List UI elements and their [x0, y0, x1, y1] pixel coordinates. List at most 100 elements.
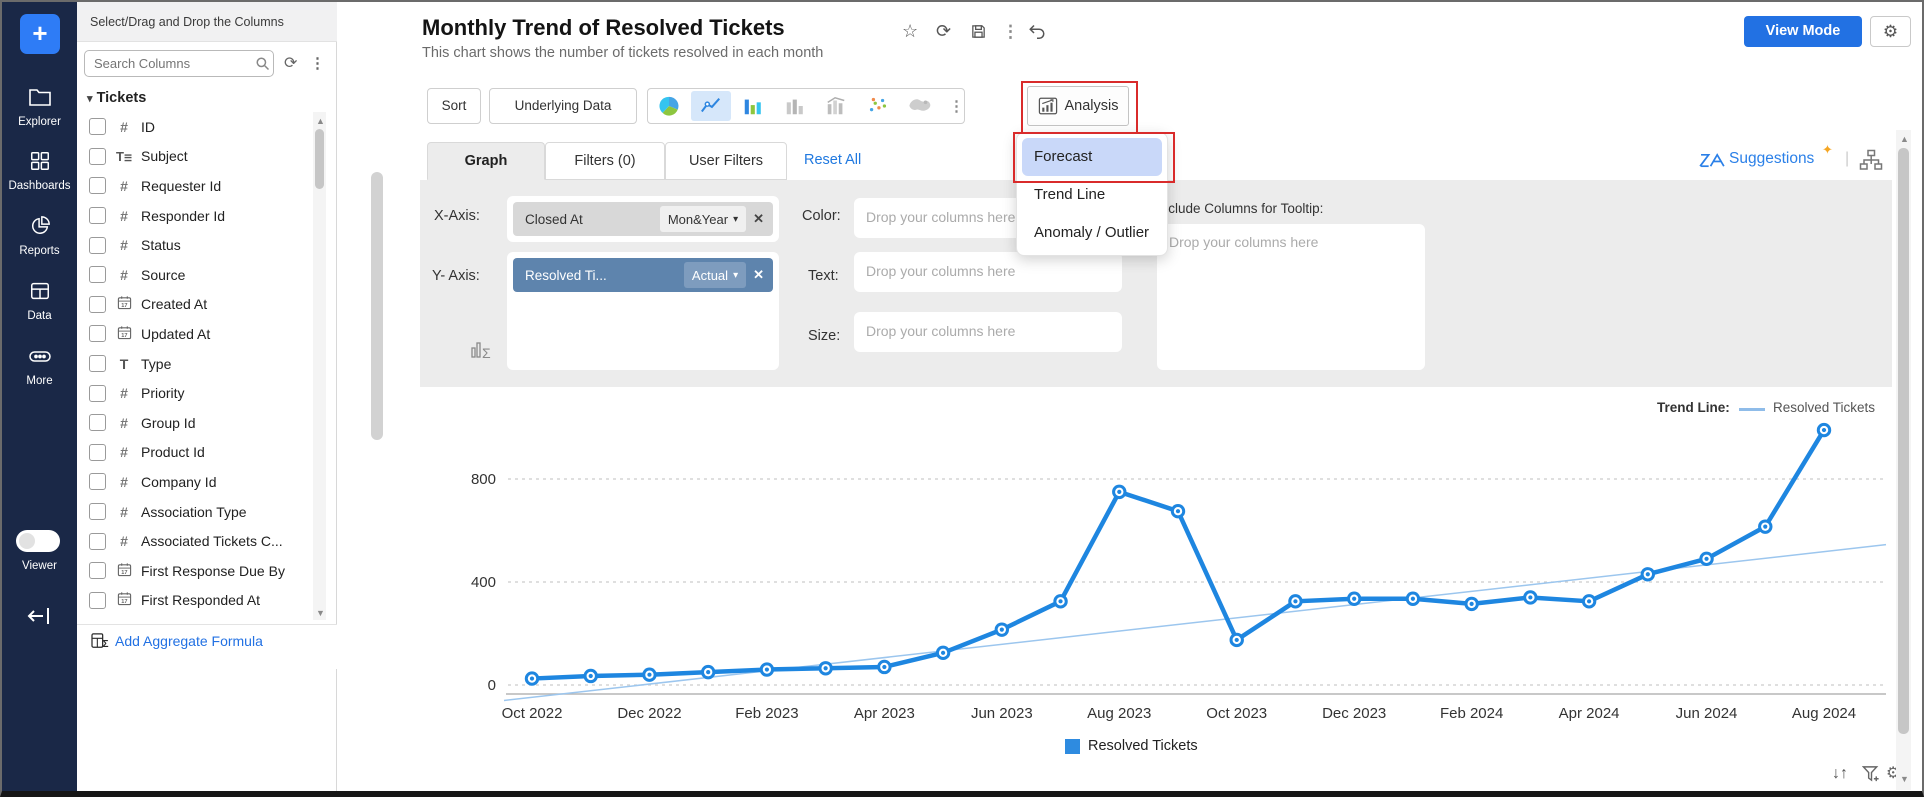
column-item-associated-tickets-c[interactable]: #Associated Tickets C... [77, 526, 309, 556]
sidebar-item-dashboards[interactable]: Dashboards [2, 150, 77, 192]
main-scroll-down-icon[interactable]: ▼ [1900, 774, 1909, 784]
line-chart-icon[interactable] [691, 91, 731, 121]
settings-gear-button[interactable]: ⚙ [1870, 16, 1911, 47]
menu-item-forecast[interactable]: Forecast [1022, 138, 1162, 176]
columns-menu-icon[interactable]: ⋮ [310, 54, 325, 72]
column-item-responder-id[interactable]: #Responder Id [77, 201, 309, 231]
y-axis-chip[interactable]: Resolved Ti... Actual ▾ ✕ [513, 258, 773, 292]
refresh-report-icon[interactable]: ⟳ [936, 21, 951, 42]
add-filter-icon[interactable] [1862, 765, 1881, 788]
table-group-tickets[interactable]: ▾ Tickets [87, 90, 146, 106]
column-checkbox[interactable] [89, 414, 106, 431]
column-checkbox[interactable] [89, 355, 106, 372]
column-item-requester-id[interactable]: #Requester Id [77, 171, 309, 201]
column-item-type[interactable]: TType [77, 349, 309, 379]
column-item-created-at[interactable]: 17Created At [77, 290, 309, 320]
undo-icon[interactable] [1028, 23, 1046, 45]
column-checkbox[interactable] [89, 207, 106, 224]
column-checkbox[interactable] [89, 177, 106, 194]
tab-filters[interactable]: Filters (0) [545, 142, 665, 180]
scatter-chart-icon[interactable] [858, 91, 898, 121]
bar-chart-icon[interactable] [733, 91, 773, 121]
x-axis-chip[interactable]: Closed At Mon&Year ▾ ✕ [513, 202, 773, 236]
sidebar-item-data[interactable]: Data [2, 280, 77, 322]
series-legend-label[interactable]: Resolved Tickets [1088, 738, 1198, 754]
column-checkbox[interactable] [89, 148, 106, 165]
column-item-subject[interactable]: T☰Subject [77, 142, 309, 172]
column-checkbox[interactable] [89, 444, 106, 461]
size-dropzone[interactable]: Drop your columns here [854, 312, 1122, 352]
combo-bar-icon[interactable] [816, 91, 856, 121]
sidebar-item-more[interactable]: More [2, 345, 77, 387]
save-icon[interactable] [970, 23, 987, 45]
sort-order-icon[interactable]: ↓↑ [1832, 765, 1848, 783]
column-checkbox[interactable] [89, 118, 106, 135]
column-checkbox[interactable] [89, 266, 106, 283]
columns-scrollbar-thumb[interactable] [315, 129, 324, 189]
stacked-bar-icon[interactable] [775, 91, 815, 121]
columns-scroll-up-icon[interactable]: ▲ [316, 116, 325, 126]
text-dropzone[interactable]: Drop your columns here [854, 252, 1122, 292]
analysis-button[interactable]: Analysis [1027, 86, 1129, 126]
sort-button[interactable]: Sort [427, 88, 481, 124]
suggestions-link[interactable]: Suggestions [1729, 150, 1814, 168]
x-axis-dropzone[interactable]: Closed At Mon&Year ▾ ✕ [507, 196, 779, 242]
column-checkbox[interactable] [89, 296, 106, 313]
menu-item-anomaly-outlier[interactable]: Anomaly / Outlier [1022, 214, 1162, 252]
panel-splitter-handle[interactable] [371, 172, 383, 440]
column-item-id[interactable]: #ID [77, 112, 309, 142]
x-axis-mode-select[interactable]: Mon&Year ▾ [660, 206, 746, 232]
column-item-updated-at[interactable]: 17Updated At [77, 319, 309, 349]
tab-graph[interactable]: Graph [427, 142, 545, 180]
y-axis-remove-icon[interactable]: ✕ [753, 267, 764, 283]
pie-chart-icon[interactable] [649, 91, 689, 121]
y-axis-dropzone[interactable]: Resolved Ti... Actual ▾ ✕ [507, 252, 779, 370]
column-checkbox[interactable] [89, 562, 106, 579]
column-checkbox[interactable] [89, 385, 106, 402]
view-mode-button[interactable]: View Mode [1744, 16, 1862, 47]
column-item-status[interactable]: #Status [77, 230, 309, 260]
column-checkbox[interactable] [89, 533, 106, 550]
column-checkbox[interactable] [89, 237, 106, 254]
more-chart-types-icon[interactable]: ⋮ [949, 97, 964, 115]
column-checkbox[interactable] [89, 325, 106, 342]
add-aggregate-formula-link[interactable]: Σ Add Aggregate Formula [91, 633, 263, 649]
main-scrollbar-thumb[interactable] [1898, 148, 1909, 734]
column-item-priority[interactable]: #Priority [77, 378, 309, 408]
favorite-star-icon[interactable]: ☆ [902, 21, 918, 42]
column-item-product-id[interactable]: #Product Id [77, 438, 309, 468]
create-new-button[interactable]: + [20, 14, 60, 54]
sidebar-item-explorer[interactable]: Explorer [2, 86, 77, 128]
tooltip-dropzone[interactable]: Drop your columns here [1157, 224, 1425, 370]
column-item-association-type[interactable]: #Association Type [77, 497, 309, 527]
column-item-first-responded-at[interactable]: 17First Responded At [77, 586, 309, 616]
tab-user-filters[interactable]: User Filters [665, 142, 787, 180]
column-item-source[interactable]: #Source [77, 260, 309, 290]
underlying-data-button[interactable]: Underlying Data [489, 88, 637, 124]
sidebar-item-reports[interactable]: Reports [2, 215, 77, 257]
search-columns-input[interactable] [84, 50, 274, 77]
column-checkbox[interactable] [89, 592, 106, 609]
collapse-sidebar-icon[interactable] [26, 604, 52, 633]
chart-svg[interactable]: 0400800Oct 2022Dec 2022Feb 2023Apr 2023J… [422, 402, 1892, 732]
column-item-company-id[interactable]: #Company Id [77, 467, 309, 497]
refresh-columns-icon[interactable]: ⟳ [284, 53, 297, 73]
column-label: Priority [141, 385, 185, 401]
series-legend-swatch[interactable] [1065, 739, 1080, 754]
y-axis-aggregate-select[interactable]: Actual ▾ [684, 262, 746, 288]
viewer-toggle[interactable] [16, 530, 60, 552]
column-checkbox[interactable] [89, 473, 106, 490]
x-axis-remove-icon[interactable]: ✕ [753, 211, 764, 227]
hierarchy-view-icon[interactable] [1859, 149, 1883, 176]
reset-all-link[interactable]: Reset All [804, 152, 861, 168]
map-chart-icon[interactable] [900, 91, 940, 121]
column-item-group-id[interactable]: #Group Id [77, 408, 309, 438]
menu-item-trend-line[interactable]: Trend Line [1022, 176, 1162, 214]
columns-scroll-down-icon[interactable]: ▼ [316, 608, 325, 618]
more-options-icon[interactable]: ⋮ [1002, 22, 1019, 42]
svg-text:Jun 2023: Jun 2023 [971, 705, 1033, 722]
text-type-icon: T☰ [113, 149, 135, 164]
column-item-first-response-due-by[interactable]: 17First Response Due By [77, 556, 309, 586]
main-scroll-up-icon[interactable]: ▲ [1900, 134, 1909, 144]
column-checkbox[interactable] [89, 503, 106, 520]
